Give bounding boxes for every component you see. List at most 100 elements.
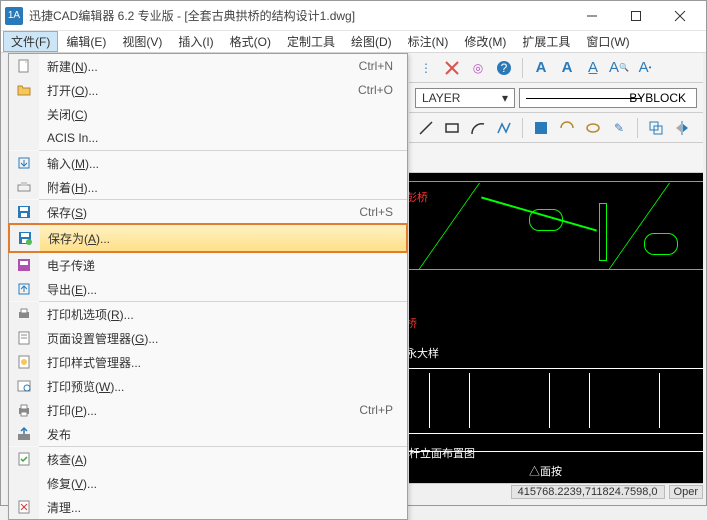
pagesetup-icon	[9, 326, 39, 350]
file-menu-item[interactable]: 关闭(C)	[9, 102, 407, 126]
minimize-button[interactable]	[570, 2, 614, 30]
maximize-button[interactable]	[614, 2, 658, 30]
menu-format[interactable]: 格式(O)	[222, 31, 279, 52]
menu-item-label: 新建(N)...	[39, 58, 359, 75]
menu-item-label: 核查(A)	[39, 451, 407, 468]
menu-item-label: 保存为(A)...	[40, 230, 406, 247]
menu-item-label: 打印预览(W)...	[39, 378, 407, 395]
file-menu-item[interactable]: 打印预览(W)...	[9, 374, 407, 398]
open-button-fragment[interactable]: Oper	[669, 485, 703, 499]
cad-label-white-1: 永大样	[409, 345, 439, 361]
cad-viewport[interactable]: 彭桥 桥 永大样 杄立面布置图 △面按	[409, 173, 703, 483]
linetype-label: BYBLOCK	[629, 91, 686, 105]
text-a2-icon[interactable]: A	[556, 57, 578, 79]
menu-item-label: 打开(O)...	[39, 82, 358, 99]
blank-icon	[9, 102, 39, 126]
line-tool-icon[interactable]	[415, 117, 437, 139]
menu-draw[interactable]: 绘图(D)	[343, 31, 400, 52]
toolbar-grip-icon[interactable]: ⋮	[415, 57, 437, 79]
close-button[interactable]	[658, 2, 702, 30]
file-menu-item[interactable]: 打印(P)...Ctrl+P	[9, 398, 407, 422]
file-menu-item[interactable]: 新建(N)...Ctrl+N	[9, 54, 407, 78]
menu-item-label: 打印样式管理器...	[39, 354, 407, 371]
file-menu-item[interactable]: 清理...	[9, 495, 407, 519]
check-icon	[9, 447, 39, 471]
menu-item-label: 关闭(C)	[39, 106, 407, 123]
file-menu-item[interactable]: 核查(A)	[9, 447, 407, 471]
file-menu-item[interactable]: 导出(E)...	[9, 277, 407, 301]
save-icon	[9, 200, 39, 224]
menu-item-label: 页面设置管理器(G)...	[39, 330, 407, 347]
ellipse-tool-icon[interactable]	[582, 117, 604, 139]
menu-item-label: 打印(P)...	[39, 402, 359, 419]
file-menu-item[interactable]: 保存(S)Ctrl+S	[9, 200, 407, 224]
menu-custom[interactable]: 定制工具	[279, 31, 343, 52]
menu-insert[interactable]: 插入(I)	[170, 31, 221, 52]
polyline-tool-icon[interactable]	[493, 117, 515, 139]
menu-item-shortcut: Ctrl+O	[358, 83, 407, 97]
file-menu-item[interactable]: 附着(H)...	[9, 175, 407, 199]
menu-edit[interactable]: 编辑(E)	[58, 31, 114, 52]
file-menu-item[interactable]: 打印机选项(R)...	[9, 302, 407, 326]
menu-item-label: 修复(V)...	[39, 475, 407, 492]
menu-item-shortcut: Ctrl+P	[359, 403, 407, 417]
mirror-tool-icon[interactable]	[671, 117, 693, 139]
title-bar: 1A 迅捷CAD编辑器 6.2 专业版 - [全套古典拱桥的结构设计1.dwg]	[1, 1, 706, 31]
help-icon[interactable]: ?	[493, 57, 515, 79]
menu-ext[interactable]: 扩展工具	[514, 31, 578, 52]
attach-icon	[9, 175, 39, 199]
file-menu-item[interactable]: 输入(M)...	[9, 151, 407, 175]
copy-tool-icon[interactable]	[645, 117, 667, 139]
arc2-tool-icon[interactable]	[556, 117, 578, 139]
file-menu-item[interactable]: 修复(V)...	[9, 471, 407, 495]
printopt-icon	[9, 302, 39, 326]
linetype-selector[interactable]: BYBLOCK	[519, 88, 697, 108]
text-find-icon[interactable]: A🔍	[608, 57, 630, 79]
cad-label-red-1: 彭桥	[409, 189, 428, 205]
file-menu-item[interactable]: 发布	[9, 422, 407, 446]
layer-selector[interactable]: LAYER ▾	[415, 88, 515, 108]
hatch-tool-icon[interactable]	[530, 117, 552, 139]
rect-tool-icon[interactable]	[441, 117, 463, 139]
file-menu-item[interactable]: 页面设置管理器(G)...	[9, 326, 407, 350]
edit-tool-icon[interactable]: ✎	[608, 117, 630, 139]
cad-label-white-3: △面按	[529, 463, 562, 479]
preview-icon	[9, 374, 39, 398]
menu-item-shortcut: Ctrl+S	[359, 205, 407, 219]
window-title: 迅捷CAD编辑器 6.2 专业版 - [全套古典拱桥的结构设计1.dwg]	[29, 7, 570, 24]
marker-icon[interactable]: ◎	[467, 57, 489, 79]
saveas-icon	[10, 225, 40, 251]
menu-view[interactable]: 视图(V)	[114, 31, 170, 52]
layer-label: LAYER	[422, 91, 460, 105]
delete-icon[interactable]	[441, 57, 463, 79]
open-icon	[9, 78, 39, 102]
menu-item-label: 清理...	[39, 499, 407, 516]
arc-tool-icon[interactable]	[467, 117, 489, 139]
menu-bar: 文件(F) 编辑(E) 视图(V) 插入(I) 格式(O) 定制工具 绘图(D)…	[1, 31, 706, 53]
text-a-icon[interactable]: A	[530, 57, 552, 79]
menu-window[interactable]: 窗口(W)	[578, 31, 637, 52]
import-icon	[9, 151, 39, 175]
menu-item-label: 打印机选项(R)...	[39, 306, 407, 323]
coordinates: 415768.2239,711824.7598,0	[511, 485, 665, 499]
menu-item-label: 保存(S)	[39, 204, 359, 221]
text-style-icon[interactable]: A•	[634, 57, 656, 79]
menu-item-label: 发布	[39, 426, 407, 443]
file-menu-item[interactable]: 保存为(A)...	[8, 223, 408, 253]
menu-modify[interactable]: 修改(M)	[456, 31, 514, 52]
svg-text:?: ?	[501, 61, 508, 75]
app-icon: 1A	[5, 7, 23, 25]
print-icon	[9, 398, 39, 422]
plotstyle-icon	[9, 350, 39, 374]
file-menu-item[interactable]: 电子传递	[9, 253, 407, 277]
menu-item-label: 附着(H)...	[39, 179, 407, 196]
file-menu-item[interactable]: 打印样式管理器...	[9, 350, 407, 374]
status-bar: 415768.2239,711824.7598,0 Oper	[409, 483, 703, 499]
text-edit-icon[interactable]: A̲	[582, 57, 604, 79]
menu-file[interactable]: 文件(F)	[3, 31, 58, 52]
etrans-icon	[9, 253, 39, 277]
menu-item-label: 导出(E)...	[39, 281, 407, 298]
menu-annot[interactable]: 标注(N)	[400, 31, 457, 52]
file-menu-item[interactable]: 打开(O)...Ctrl+O	[9, 78, 407, 102]
file-menu-item[interactable]: ACIS In...	[9, 126, 407, 150]
